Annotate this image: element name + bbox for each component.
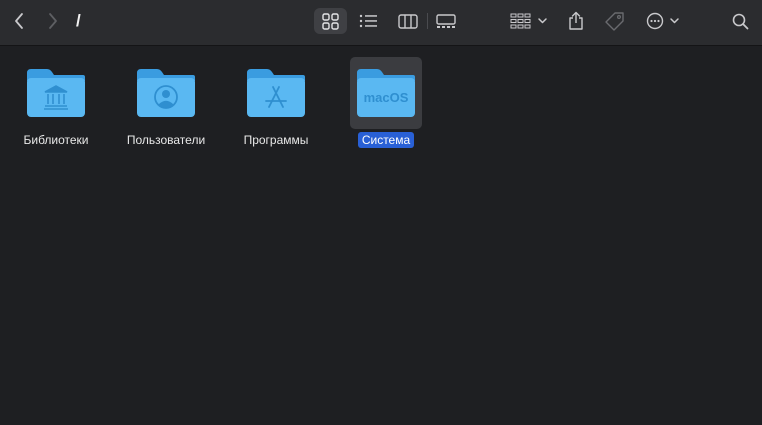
tag-button[interactable] (601, 0, 627, 42)
group-button[interactable] (508, 0, 550, 42)
applications-folder-icon (247, 69, 305, 117)
macos-badge: macOS (364, 90, 409, 105)
magnifier-icon (732, 13, 748, 29)
chevron-left-icon (15, 13, 23, 29)
chevron-right-icon (49, 13, 57, 29)
folder-icon-wrap (240, 57, 312, 129)
group-grid-icon (510, 13, 547, 29)
toolbar: / (0, 0, 762, 46)
folder-item-users[interactable]: Пользователи (110, 57, 220, 167)
finder-window: / Библиотеки Пользователи Программы macO… (0, 0, 762, 425)
action-button[interactable] (644, 0, 684, 42)
list-view-button[interactable] (356, 0, 380, 42)
gallery-view-button[interactable] (434, 0, 458, 42)
folder-icon-wrap (20, 57, 92, 129)
folder-label: Пользователи (126, 133, 206, 147)
folder-item-library[interactable]: Библиотеки (0, 57, 110, 167)
toolbar-divider (427, 13, 428, 29)
column-view-button[interactable] (396, 0, 420, 42)
icon-view-button[interactable] (314, 8, 347, 34)
back-button[interactable] (8, 0, 30, 42)
grid-icon (322, 12, 339, 30)
share-icon (569, 11, 583, 30)
share-button[interactable] (564, 0, 588, 42)
folder-label: Система (330, 132, 442, 148)
folder-item-system[interactable]: macOS Система (330, 57, 440, 167)
folder-label: Библиотеки (23, 133, 89, 147)
tag-icon (605, 12, 624, 31)
users-folder-icon (137, 69, 195, 117)
list-icon (359, 14, 377, 28)
gallery-icon (436, 13, 456, 28)
folder-icon-wrap: macOS (350, 57, 422, 129)
folder-label: Программы (243, 133, 309, 147)
path-title: / (76, 11, 81, 30)
columns-icon (398, 13, 418, 29)
library-folder-icon (27, 69, 85, 117)
system-folder-icon: macOS (357, 69, 415, 117)
folder-icon-wrap (130, 57, 202, 129)
folder-item-applications[interactable]: Программы (220, 57, 330, 167)
forward-button[interactable] (42, 0, 64, 42)
ellipsis-circle-icon (646, 12, 679, 30)
file-browser: Библиотеки Пользователи Программы macOS … (0, 47, 762, 425)
search-button[interactable] (728, 0, 752, 42)
